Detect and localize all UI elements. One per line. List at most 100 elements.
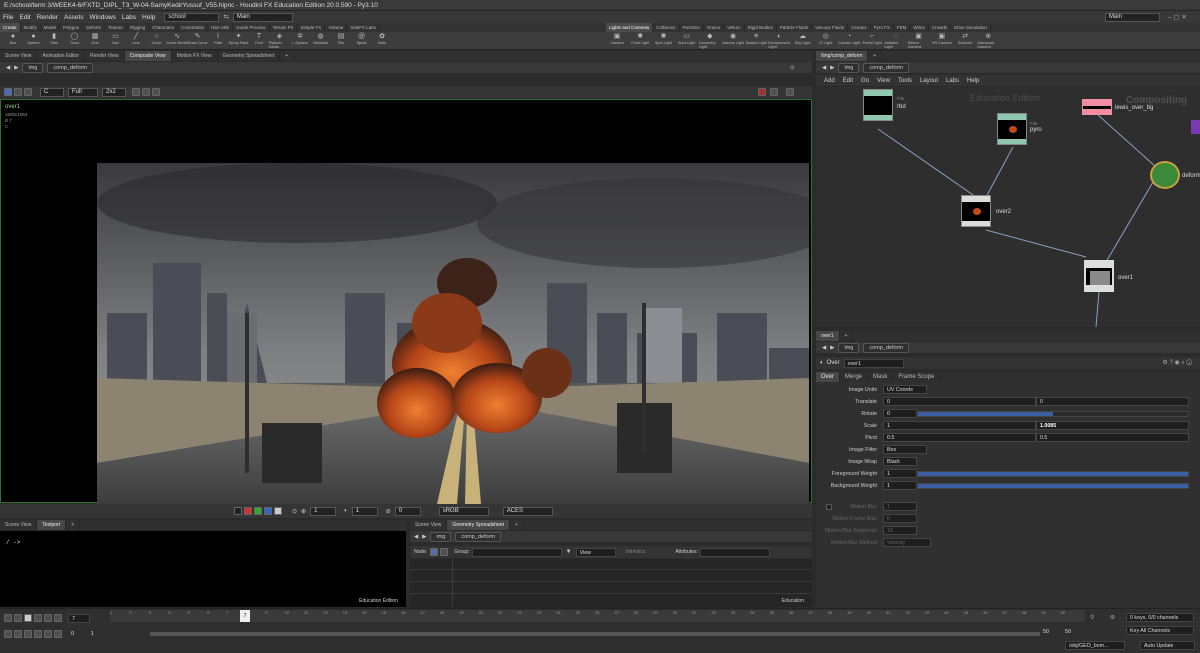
shelf-tool-portal-light[interactable]: ⌐ Portal Light [861, 32, 883, 50]
pin-icon[interactable]: ⊙ [790, 65, 795, 71]
gamma-icon[interactable]: ⊙ [292, 508, 297, 515]
shelf-tool-line[interactable]: ╱ Line [125, 32, 147, 50]
tab-render-view[interactable]: Render View [85, 51, 125, 61]
zoom-dropdown[interactable]: 2x2 [102, 87, 126, 97]
shelf-tab-create[interactable]: Create [0, 23, 21, 32]
attributes-field[interactable] [699, 547, 770, 557]
path-img[interactable]: img [430, 531, 452, 542]
view-mode-icon[interactable] [4, 88, 12, 96]
shelf-tool-spot-light[interactable]: ✺ Spot Light [652, 32, 674, 50]
image-units-dropdown[interactable]: UV Coords [883, 385, 927, 394]
shelf-tab[interactable]: Hair Utils [208, 23, 234, 32]
channel-dropdown[interactable]: C [40, 87, 64, 97]
shelf-tool-metaball[interactable]: ◍ Metaball [310, 32, 332, 50]
snapshot-icon[interactable] [786, 88, 794, 96]
shelf-tool-null[interactable]: ▭ Null [105, 32, 127, 50]
shelf-tab-lights[interactable]: Lights and Cameras [606, 23, 654, 32]
frame-icon[interactable] [152, 88, 160, 96]
shelf-tab[interactable]: Drive Simulation [951, 23, 991, 32]
tab-composite-view[interactable]: Composite View [124, 51, 172, 61]
shelf-tool-file[interactable]: ▤ File [330, 32, 352, 50]
group-field[interactable] [471, 547, 562, 557]
net-menu-labs[interactable]: Labs [946, 78, 959, 84]
main-dropdown[interactable]: Main [232, 12, 293, 22]
shelf-tool-spiral[interactable]: @ Spiral [351, 32, 373, 50]
color-green-icon[interactable] [254, 507, 262, 515]
shelf-tool-vr-camera[interactable]: ▣ VR Camera [931, 32, 953, 50]
timeline-ruler[interactable]: 1234567891011121314151617181920212223242… [110, 610, 1085, 622]
shelf-tab[interactable]: Vellum [724, 23, 745, 32]
stop-icon[interactable] [24, 614, 32, 622]
intrinsics-label[interactable]: Intrinsics [626, 549, 646, 555]
path-node[interactable]: comp_deform [455, 531, 501, 542]
shelf-tool-platonic-solids[interactable]: ◈ Platonic Solids [269, 32, 291, 50]
shelf-tool-l-system[interactable]: ✲ L-System [289, 32, 311, 50]
back-icon[interactable]: ◀ [6, 65, 10, 71]
tab-animation-editor[interactable]: Animation Editor [37, 51, 86, 61]
shelf-tool-spray-paint[interactable]: ✦ Spray Paint [228, 32, 250, 50]
exposure-icon[interactable]: ◐ [344, 508, 348, 514]
shelf-tool-environment-light[interactable]: ◐ Environment Light [768, 32, 790, 50]
scale-x-field[interactable]: 1 [883, 421, 1036, 430]
folder-over[interactable]: Over [816, 372, 841, 382]
parm-tools-icons[interactable]: ⚙ ? ◉ ⌕ ⓘ [1162, 359, 1192, 367]
auto-update-dropdown[interactable]: Auto Update [1140, 641, 1195, 650]
shelf-tab[interactable]: Crowds [929, 23, 952, 32]
shelf-tab[interactable]: Particles [680, 23, 704, 32]
audio-icon[interactable] [14, 630, 22, 638]
filter-icon[interactable]: ▼ [566, 549, 572, 555]
shelf-tab[interactable]: Wires [910, 23, 929, 32]
net-menu-add[interactable]: Add [824, 78, 835, 84]
shelf-tool-stereo-camera[interactable]: ▣ Stereo Camera [908, 32, 930, 50]
key-all-channels-button[interactable]: Key All Channels [1126, 626, 1194, 635]
shelf-tab[interactable]: Characters [149, 23, 179, 32]
home-icon[interactable] [142, 88, 150, 96]
folder-merge[interactable]: Merge [840, 372, 869, 382]
shelf-tool-sphere[interactable]: ● Sphere [23, 32, 45, 50]
exposure-field[interactable]: 1 [351, 506, 378, 516]
tab-network[interactable]: /img/comp_deform [816, 51, 869, 61]
fg-weight-slider[interactable] [917, 470, 1189, 477]
add-tab-icon[interactable]: + [66, 520, 81, 530]
shelf-tab[interactable]: Collisions [653, 23, 680, 32]
pivot-y-field[interactable]: 0.5 [1036, 433, 1189, 442]
shelf-tab[interactable]: Polygon [60, 23, 84, 32]
display-icon[interactable] [14, 88, 22, 96]
menu-windows[interactable]: Windows [87, 14, 119, 21]
back-icon[interactable]: ◀ [822, 65, 826, 71]
fit-icon[interactable] [132, 88, 140, 96]
shelf-tool-font[interactable]: T Font [248, 32, 270, 50]
colorspace-dropdown[interactable]: sRGB [438, 506, 489, 516]
shelf-tab[interactable]: SideFX Labs [347, 23, 380, 32]
shelf-tool-distant-light[interactable]: ☀ Distant Light [745, 32, 767, 50]
node-rbd[interactable] [863, 89, 893, 121]
node-over1[interactable] [1084, 260, 1114, 292]
translate-x-field[interactable]: 0 [883, 397, 1036, 406]
tab-scene-view[interactable]: Scene View [0, 520, 38, 530]
shelf-tool-geometry-light[interactable]: ◆ Geometry Light [699, 32, 721, 50]
image-filter-dropdown[interactable]: Box [883, 445, 927, 454]
path-node[interactable]: comp_deform [47, 62, 93, 73]
lut-icon[interactable]: ⊕ [301, 508, 306, 515]
shelf-tool-caustic-light[interactable]: ◔ Caustic Light [838, 32, 860, 50]
global-anim-icon[interactable] [34, 630, 42, 638]
node-over2[interactable] [961, 195, 991, 227]
shelf-tab[interactable]: Rigging [127, 23, 150, 32]
net-menu-tools[interactable]: Tools [898, 78, 912, 84]
add-tab-icon[interactable]: + [840, 331, 854, 341]
offset-field[interactable]: 0 [394, 506, 421, 516]
pivot-x-field[interactable]: 0.5 [883, 433, 1036, 442]
menu-file[interactable]: File [0, 14, 16, 21]
shelf-tab[interactable]: Particle Fluids [777, 23, 813, 32]
node-purple[interactable] [1191, 120, 1200, 134]
textport[interactable]: / -> Education Edition [0, 531, 406, 607]
shelf-tab[interactable]: Volume [325, 23, 348, 32]
translate-y-field[interactable]: 0 [1036, 397, 1189, 406]
path-node[interactable]: comp_deform [863, 62, 909, 73]
node-mode-icon[interactable] [430, 548, 439, 556]
tab-scene-view[interactable]: Scene View [0, 51, 38, 61]
rotate-slider[interactable] [917, 410, 1189, 417]
menu-labs[interactable]: Labs [119, 14, 139, 21]
shelf-tab[interactable]: Constraints [178, 23, 208, 32]
shelf-tab[interactable]: Pyro FX [871, 23, 894, 32]
